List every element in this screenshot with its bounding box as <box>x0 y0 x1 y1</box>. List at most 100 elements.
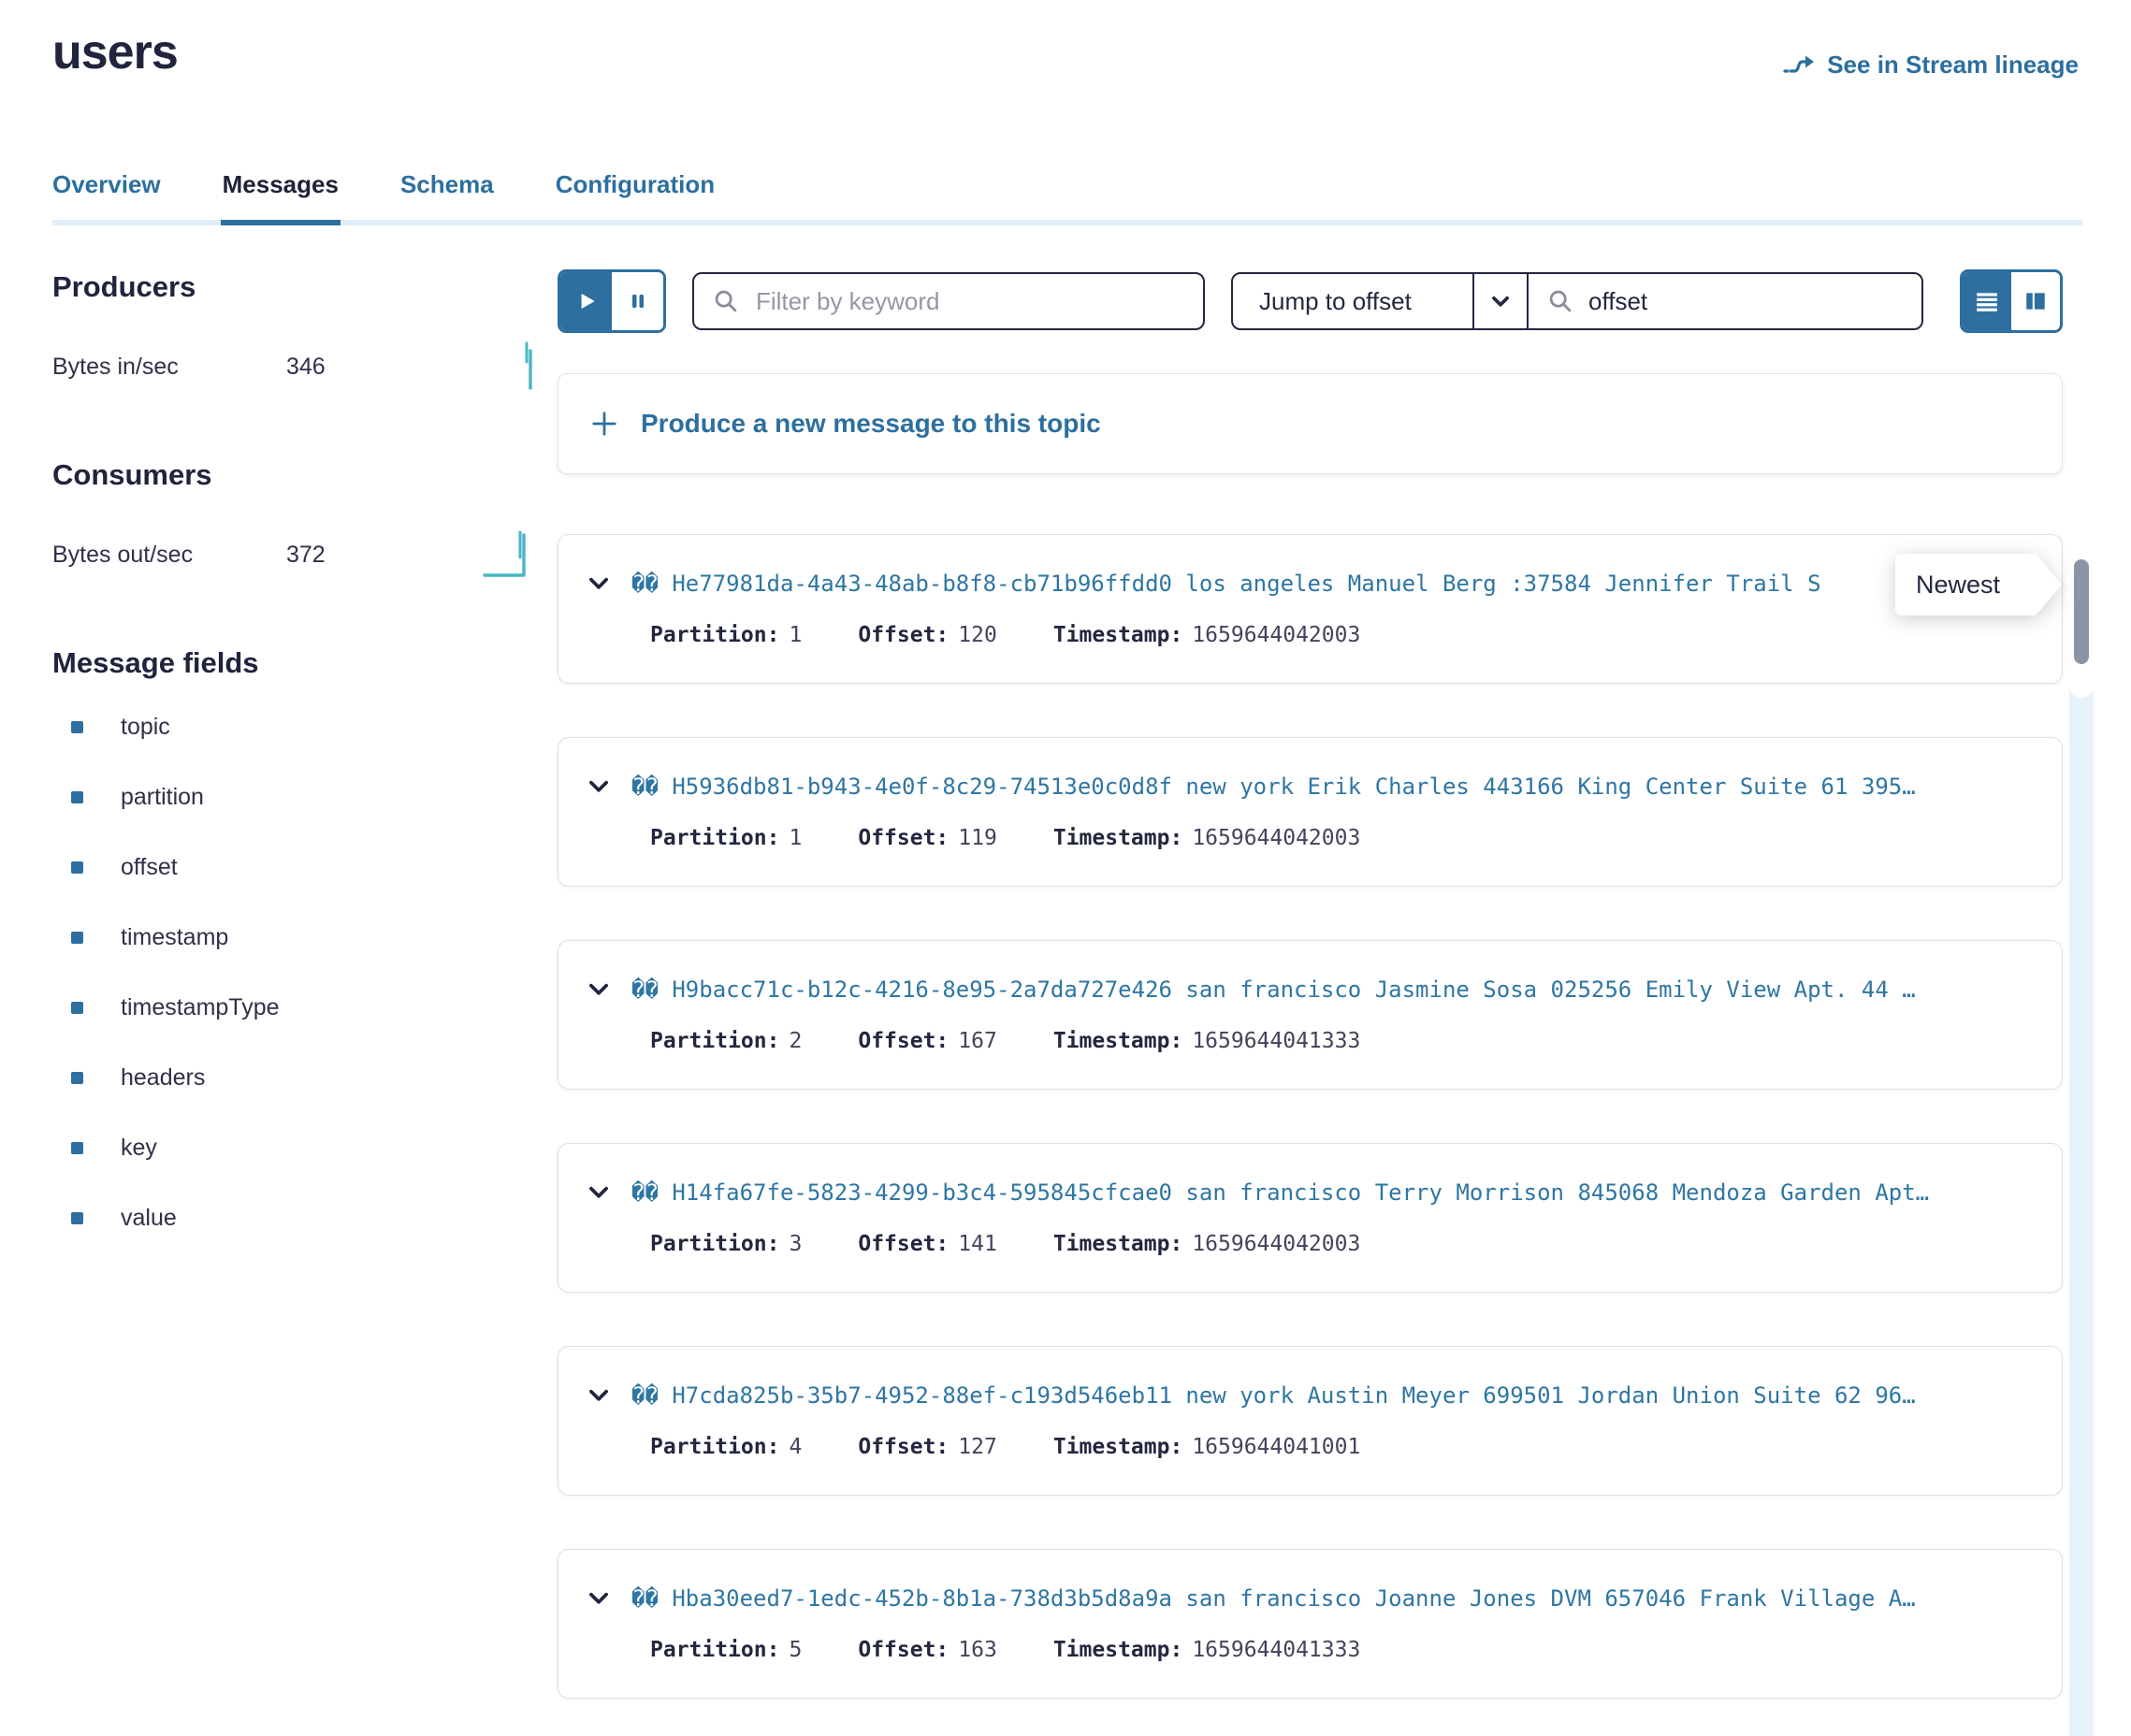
timestamp-value: 1659644041333 <box>1192 1029 1360 1053</box>
field-bullet-icon <box>71 791 83 803</box>
message-field-item[interactable]: headers <box>52 1064 558 1092</box>
message-card[interactable]: �� Hba30eed7-1edc-452b-8b1a-738d3b5d8a9a… <box>558 1549 2063 1699</box>
expand-chevron-icon[interactable] <box>587 571 611 596</box>
offset-search-input[interactable] <box>1587 286 1904 317</box>
message-field-item[interactable]: offset <box>52 854 558 881</box>
offset-meta: Offset:119 <box>858 826 996 850</box>
expand-chevron-icon[interactable] <box>587 1180 611 1205</box>
offset-label: Offset: <box>858 1638 949 1662</box>
bytes-out-value: 372 <box>286 542 326 569</box>
timestamp-label: Timestamp: <box>1053 826 1182 850</box>
bytes-out-sparkline <box>483 526 541 585</box>
topbar: users See in Stream lineage <box>0 0 2131 80</box>
offset-search-box <box>1529 274 1921 328</box>
partition-meta: Partition: 4 <box>650 1435 802 1459</box>
page-title: users <box>52 24 178 80</box>
message-summary-row: �� Hba30eed7-1edc-452b-8b1a-738d3b5d8a9a… <box>587 1585 2062 1612</box>
pause-button[interactable] <box>612 272 663 330</box>
timestamp-value: 1659644042003 <box>1192 826 1360 850</box>
partition-value: 1 <box>789 623 802 647</box>
message-field-item[interactable]: key <box>52 1135 558 1162</box>
offset-label: Offset: <box>858 1029 949 1053</box>
newest-tooltip-label: Newest <box>1916 571 2000 600</box>
play-button[interactable] <box>560 272 612 330</box>
partition-meta: Partition:3 <box>650 1232 802 1256</box>
filter-input[interactable] <box>754 286 1184 317</box>
lineage-link-label: See in Stream lineage <box>1827 51 2079 80</box>
partition-value: 3 <box>789 1232 802 1256</box>
message-summary-row: �� H5936db81-b943-4e0f-8c29-74513e0c0d8f… <box>587 774 2062 800</box>
message-field-item[interactable]: value <box>52 1205 558 1232</box>
lineage-arrow-icon <box>1782 52 1816 79</box>
jump-to-offset-select[interactable]: Jump to offset <box>1233 274 1474 328</box>
plus-icon <box>590 410 618 438</box>
offset-value: 141 <box>958 1232 997 1256</box>
bytes-in-sparkline <box>518 338 541 397</box>
field-label: headers <box>121 1064 205 1092</box>
timestamp-meta: Timestamp:1659644041333 <box>1053 1638 1361 1662</box>
message-fields-heading: Message fields <box>52 646 558 680</box>
timestamp-value: 1659644042003 <box>1192 1232 1360 1256</box>
stream-lineage-link[interactable]: See in Stream lineage <box>1782 51 2079 80</box>
message-key-value-text: �� He77981da-4a43-48ab-b8f8-cb71b96ffdd0… <box>631 571 1821 597</box>
sidebar: Producers Bytes in/sec 346 Consumers Byt… <box>52 270 558 1736</box>
partition-label: Partition: <box>650 1435 779 1459</box>
tab[interactable]: Messages <box>223 170 339 225</box>
partition-label: Partition: <box>650 826 779 850</box>
producers-heading: Producers <box>52 270 558 304</box>
jump-select-chevron-button[interactable] <box>1474 274 1529 328</box>
expand-chevron-icon[interactable] <box>587 977 611 1002</box>
message-list-scrollbar-track[interactable] <box>2069 550 2094 1736</box>
expand-chevron-icon[interactable] <box>587 1586 611 1611</box>
partition-meta: Partition: 1 <box>650 623 802 647</box>
field-bullet-icon <box>71 1142 83 1154</box>
message-card[interactable]: �� H14fa67fe-5823-4299-b3c4-595845cfcae0… <box>558 1143 2063 1293</box>
message-field-item[interactable]: timestamp <box>52 924 558 951</box>
expand-chevron-icon[interactable] <box>587 1383 611 1408</box>
message-field-item[interactable]: topic <box>52 714 558 741</box>
offset-value: 163 <box>958 1638 997 1662</box>
tab[interactable]: Overview <box>52 170 161 225</box>
message-meta-row: Partition:1 Offset:120 Timestamp:1659644… <box>587 623 2062 647</box>
filter-input-box <box>692 272 1205 330</box>
message-field-item[interactable]: partition <box>52 784 558 811</box>
message-card[interactable]: �� He77981da-4a43-48ab-b8f8-cb71b96ffdd0… <box>558 534 2063 684</box>
timestamp-value: 1659644042003 <box>1192 623 1360 647</box>
timestamp-meta: Timestamp:1659644041333 <box>1053 1029 1361 1053</box>
pause-icon <box>627 290 649 312</box>
offset-label: Offset: <box>858 1435 949 1459</box>
split-view-button[interactable] <box>2011 272 2060 330</box>
field-bullet-icon <box>71 1072 83 1084</box>
offset-label: Offset: <box>858 623 949 647</box>
field-label: key <box>121 1135 157 1162</box>
expand-chevron-icon[interactable] <box>587 774 611 799</box>
message-meta-row: Partition:1 Offset:119 Timestamp:1659644… <box>587 826 2062 850</box>
tab-label: Configuration <box>556 170 715 198</box>
message-list-scrollbar-thumb[interactable] <box>2074 559 2089 664</box>
topic-page: users See in Stream lineage Overview Mes… <box>0 0 2131 1736</box>
partition-label: Partition: <box>650 623 779 647</box>
timestamp-label: Timestamp: <box>1053 623 1182 647</box>
messages-toolbar: Jump to offset <box>558 270 2063 332</box>
message-field-item[interactable]: timestampType <box>52 994 558 1021</box>
message-card[interactable]: �� H5936db81-b943-4e0f-8c29-74513e0c0d8f… <box>558 737 2063 887</box>
partition-value: 5 <box>789 1638 802 1662</box>
tab-label: Messages <box>223 170 339 198</box>
search-icon <box>1547 288 1573 314</box>
message-card[interactable]: �� H7cda825b-35b7-4952-88ef-c193d546eb11… <box>558 1346 2063 1496</box>
message-card[interactable]: �� H9bacc71c-b12c-4216-8e95-2a7da727e426… <box>558 940 2063 1090</box>
content: Producers Bytes in/sec 346 Consumers Byt… <box>0 270 2131 1736</box>
partition-value: 4 <box>789 1435 802 1459</box>
jump-to-offset-group: Jump to offset <box>1231 272 1923 330</box>
bytes-out-label: Bytes out/sec <box>52 542 286 569</box>
tab[interactable]: Schema <box>400 170 494 225</box>
message-list: �� He77981da-4a43-48ab-b8f8-cb71b96ffdd0… <box>558 534 2063 1699</box>
play-icon <box>574 289 599 313</box>
tab[interactable]: Configuration <box>556 170 715 225</box>
list-view-button[interactable] <box>1963 272 2011 330</box>
newest-tooltip: Newest <box>1895 554 2062 615</box>
jump-select-value: Jump to offset <box>1259 287 1412 316</box>
produce-message-button[interactable]: Produce a new message to this topic <box>558 373 2063 474</box>
message-key-value-text: �� H7cda825b-35b7-4952-88ef-c193d546eb11… <box>631 1382 1916 1409</box>
timestamp-label: Timestamp: <box>1053 1232 1182 1256</box>
